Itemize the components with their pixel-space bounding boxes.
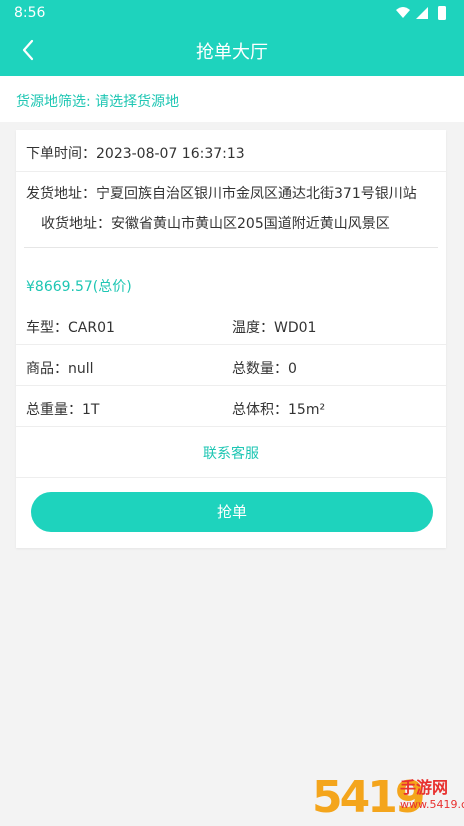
page-title: 抢单大厅 [196, 42, 268, 63]
total-volume: 总体积：15m² [232, 402, 326, 418]
nav-bar: 抢单大厅 [0, 26, 464, 74]
site-watermark-logo: 5419 手游网 www.5419.com [312, 770, 464, 824]
address-divider [24, 247, 438, 248]
watermark-url: www.5419.com [400, 798, 464, 811]
source-filter-bar[interactable]: 货源地筛选: 请选择货源地 [0, 76, 464, 122]
receive-address: 收货地址：安徽省黄山市黄山区205国道附近黄山风景区 [41, 216, 390, 232]
app-header: 8:56 抢单大厅 [0, 0, 464, 76]
vehicle-type: 车型：CAR01 [26, 320, 115, 336]
goods-quantity-row: 商品：null 总数量：0 [16, 345, 446, 386]
source-filter-label[interactable]: 货源地筛选: 请选择货源地 [16, 91, 179, 111]
vehicle-temp-row: 车型：CAR01 温度：WD01 [16, 304, 446, 345]
contact-divider [16, 477, 446, 478]
status-bar: 8:56 [0, 0, 464, 26]
total-quantity: 总数量：0 [232, 361, 297, 377]
status-icons [396, 6, 446, 20]
watermark-brand: 手游网 [400, 778, 449, 797]
total-weight: 总重量：1T [26, 402, 100, 418]
signal-icon [416, 7, 428, 19]
order-card: 下单时间：2023-08-07 16:37:13 发货地址：宁夏回族自治区银川市… [16, 130, 446, 548]
grab-order-button[interactable]: 抢单 [31, 492, 433, 532]
order-time-row: 下单时间：2023-08-07 16:37:13 [16, 130, 446, 172]
temperature: 温度：WD01 [232, 320, 317, 336]
wifi-icon [396, 7, 410, 18]
order-time: 下单时间：2023-08-07 16:37:13 [26, 146, 245, 162]
battery-icon [438, 6, 446, 20]
ship-address: 发货地址：宁夏回族自治区银川市金凤区通达北街371号银川站 [26, 186, 417, 202]
total-price: ¥8669.57(总价) [26, 279, 132, 295]
status-time: 8:56 [14, 5, 46, 21]
goods: 商品：null [26, 361, 94, 377]
contact-service-link[interactable]: 联系客服 [16, 443, 446, 463]
weight-volume-row: 总重量：1T 总体积：15m² [16, 386, 446, 427]
